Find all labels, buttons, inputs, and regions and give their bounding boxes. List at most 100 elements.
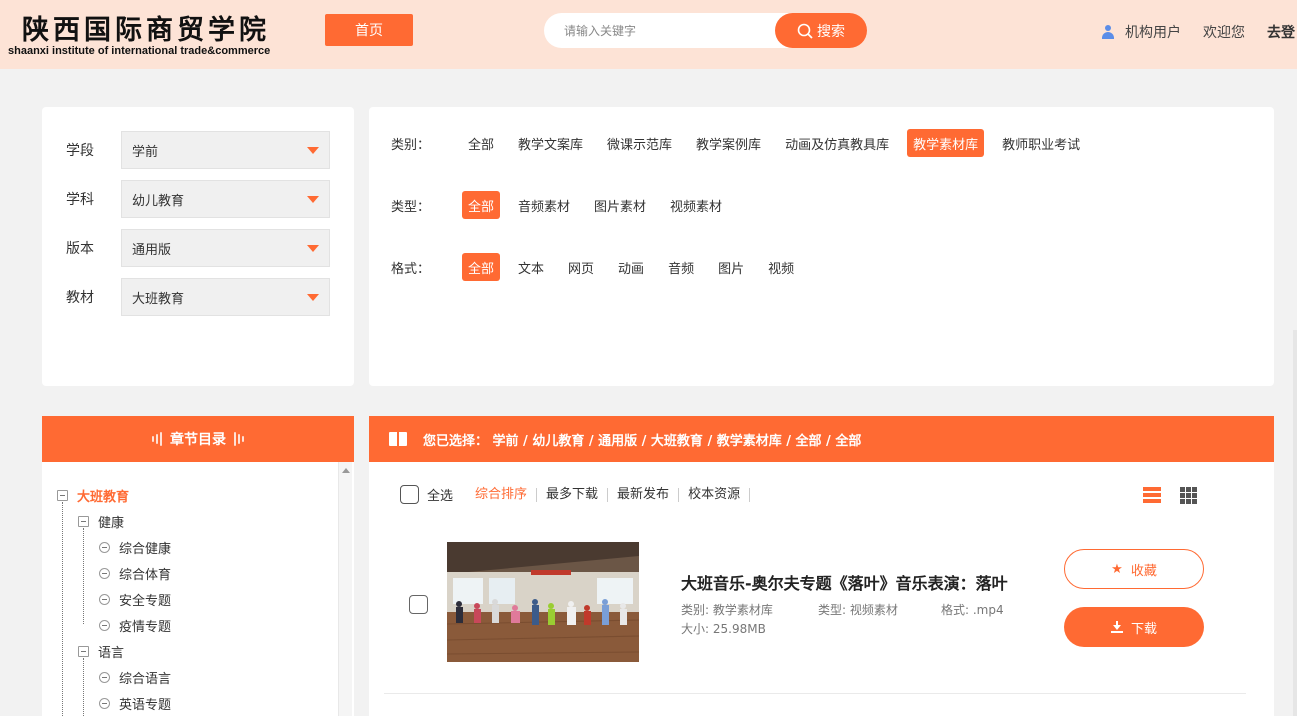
user-type[interactable]: 机构用户 — [1125, 22, 1181, 42]
tree-node[interactable]: 综合体育 — [99, 564, 171, 583]
logo-chinese[interactable]: 陕西国际商贸学院 — [22, 8, 270, 47]
leaf-icon — [99, 594, 110, 605]
format-chip[interactable]: 文本 — [512, 253, 550, 281]
search-icon — [797, 23, 813, 39]
tree-node[interactable]: 综合语言 — [99, 668, 171, 687]
collapse-icon[interactable] — [78, 646, 89, 657]
tree-node[interactable]: 英语专题 — [99, 694, 171, 713]
sort-option[interactable]: 最多下载 — [537, 487, 609, 502]
type-chip[interactable]: 音频素材 — [512, 191, 576, 219]
tree-label: 综合体育 — [119, 568, 172, 583]
sound-bars-icon — [234, 432, 244, 446]
category-chip[interactable]: 教师职业考试 — [996, 129, 1086, 157]
tree-node[interactable]: 语言 — [78, 642, 124, 661]
tree-guide-line — [62, 502, 63, 716]
type-chip[interactable]: 视频素材 — [664, 191, 728, 219]
star-icon: ★ — [1111, 561, 1123, 577]
resource-category: 类别: 教学素材库 — [681, 603, 773, 617]
filter-label: 学科 — [66, 192, 94, 208]
select-all-checkbox[interactable] — [400, 485, 419, 504]
category-row: 类别： 全部 教学文案库 微课示范库 教学案例库 动画及仿真教具库 教学素材库 … — [391, 129, 1098, 157]
type-chip[interactable]: 图片素材 — [588, 191, 652, 219]
tree-guide-line — [83, 528, 84, 624]
format-chip[interactable]: 图片 — [712, 253, 750, 281]
format-chip[interactable]: 网页 — [562, 253, 600, 281]
tree-label: 大班教育 — [77, 490, 130, 505]
leaf-icon — [99, 542, 110, 553]
sort-option[interactable]: 校本资源 — [679, 487, 751, 502]
format-chip-active[interactable]: 全部 — [462, 253, 501, 281]
leaf-icon — [99, 620, 110, 631]
welcome-text: 欢迎您 — [1203, 25, 1245, 41]
search-button[interactable]: 搜索 — [775, 13, 867, 48]
tree-label: 综合健康 — [119, 542, 172, 557]
resource-format: 格式: .mp4 — [941, 603, 1004, 617]
filter-label: 学段 — [66, 143, 94, 159]
favorite-button[interactable]: ★ 收藏 — [1064, 549, 1204, 589]
type-chip-active[interactable]: 全部 — [462, 191, 501, 219]
tree-label: 安全专题 — [119, 594, 172, 609]
list-view-icon[interactable] — [1143, 487, 1161, 503]
category-chip[interactable]: 教学案例库 — [690, 129, 767, 157]
chapter-title: 章节目录 — [170, 432, 226, 448]
format-chip[interactable]: 音频 — [662, 253, 700, 281]
item-divider — [384, 693, 1246, 694]
tree-label: 疫情专题 — [119, 620, 172, 635]
search-box: 搜索 — [544, 13, 867, 48]
format-chip[interactable]: 动画 — [612, 253, 650, 281]
sound-bars-icon — [152, 432, 162, 446]
chapter-tree: 大班教育 健康 综合健康 综合体育 安全专题 疫情专题 语言 综合语言 英语专题 — [42, 462, 354, 716]
search-button-label: 搜索 — [817, 23, 845, 40]
sort-option-active[interactable]: 综合排序 — [475, 487, 538, 502]
search-input[interactable] — [564, 13, 774, 48]
tree-node[interactable]: 健康 — [78, 512, 124, 531]
scroll-up-icon[interactable] — [342, 468, 350, 473]
logo-english: shaanxi institute of international trade… — [8, 45, 271, 57]
filter-row-stage: 学段 学前 — [66, 131, 330, 169]
subject-select[interactable]: 幼儿教育 — [121, 180, 330, 218]
item-checkbox[interactable] — [409, 595, 428, 614]
grid-view-icon[interactable] — [1180, 487, 1197, 504]
tree-scrollbar[interactable] — [338, 462, 352, 716]
textbook-filter-panel: 学段 学前 学科 幼儿教育 版本 通用版 教材 大班教育 — [42, 107, 354, 386]
home-button[interactable]: 首页 — [325, 14, 413, 46]
category-chip[interactable]: 动画及仿真教具库 — [779, 129, 895, 157]
collapse-icon[interactable] — [57, 490, 68, 501]
filter-row-textbook: 教材 大班教育 — [66, 278, 330, 316]
selection-path: 您已选择： 学前 / 幼儿教育 / 通用版 / 大班教育 / 教学素材库 / 全… — [423, 433, 862, 449]
tree-label: 语言 — [98, 646, 125, 661]
format-chip[interactable]: 视频 — [762, 253, 800, 281]
sort-option[interactable]: 最新发布 — [608, 487, 680, 502]
tree-node[interactable]: 综合健康 — [99, 538, 171, 557]
edition-select[interactable]: 通用版 — [121, 229, 330, 267]
download-button[interactable]: 下载 — [1064, 607, 1204, 647]
category-chip[interactable]: 微课示范库 — [601, 129, 678, 157]
category-chip[interactable]: 教学文案库 — [512, 129, 589, 157]
stage-select[interactable]: 学前 — [121, 131, 330, 169]
type-row: 类型： 全部 音频素材 图片素材 视频素材 — [391, 191, 740, 219]
download-label: 下载 — [1130, 621, 1157, 637]
select-value: 通用版 — [132, 242, 172, 258]
category-chip[interactable]: 全部 — [462, 129, 500, 157]
select-all-label[interactable]: 全选 — [427, 485, 453, 504]
collapse-icon[interactable] — [78, 516, 89, 527]
user-icon — [1101, 25, 1115, 39]
chevron-down-icon — [307, 294, 319, 301]
format-label: 格式： — [391, 261, 431, 277]
tree-node-root[interactable]: 大班教育 — [57, 486, 129, 505]
type-label: 类型： — [391, 199, 431, 215]
textbook-select[interactable]: 大班教育 — [121, 278, 330, 316]
category-chip-active[interactable]: 教学素材库 — [907, 129, 985, 157]
filter-row-edition: 版本 通用版 — [66, 229, 330, 267]
resource-title[interactable]: 大班音乐-奥尔夫专题《落叶》音乐表演：落叶 — [681, 570, 1008, 594]
tree-node[interactable]: 疫情专题 — [99, 616, 171, 635]
download-icon — [1110, 621, 1123, 633]
tree-node[interactable]: 安全专题 — [99, 590, 171, 609]
video-thumbnail[interactable] — [447, 542, 639, 662]
filter-row-subject: 学科 幼儿教育 — [66, 180, 330, 218]
select-value: 幼儿教育 — [132, 193, 185, 209]
logout-link[interactable]: 去登 — [1267, 22, 1295, 42]
chevron-down-icon — [307, 196, 319, 203]
favorite-label: 收藏 — [1130, 563, 1157, 579]
tree-label: 综合语言 — [119, 672, 172, 687]
